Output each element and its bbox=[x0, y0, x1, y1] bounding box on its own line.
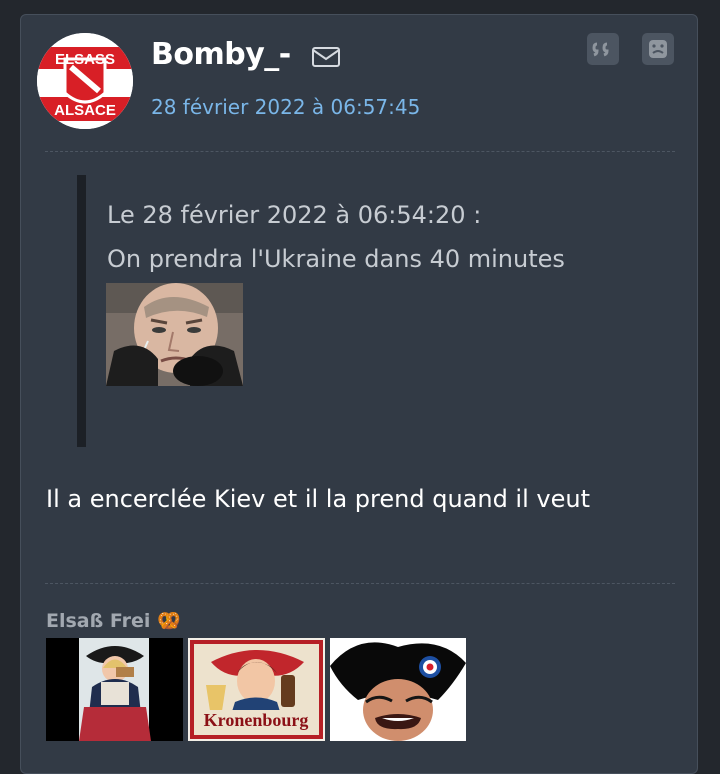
forum-post: ELSASS ALSACE Bomby_- 28 février 2022 à … bbox=[20, 14, 698, 774]
quote-text: On prendra l'Ukraine dans 40 minutes bbox=[107, 245, 565, 273]
frown-face-icon bbox=[649, 40, 667, 58]
report-button[interactable] bbox=[642, 33, 674, 65]
signature-image-laughing-man[interactable] bbox=[330, 638, 466, 741]
signature-image-alsatian-girl[interactable] bbox=[46, 638, 183, 741]
avatar-text-top: ELSASS bbox=[55, 51, 115, 68]
post-message: Il a encerclée Kiev et il la prend quand… bbox=[46, 485, 590, 513]
quote-button[interactable] bbox=[587, 33, 619, 65]
quote-image[interactable] bbox=[106, 283, 243, 386]
quote-header: Le 28 février 2022 à 06:54:20 : bbox=[107, 201, 482, 229]
avatar[interactable]: ELSASS ALSACE bbox=[37, 33, 133, 129]
alsatian-girl-picture bbox=[46, 638, 183, 741]
quote-border bbox=[77, 175, 86, 447]
signature-title: Elsaß Frei 🥨 bbox=[46, 610, 181, 632]
mail-icon[interactable] bbox=[311, 45, 341, 69]
laughing-man-picture bbox=[330, 638, 466, 741]
author-name[interactable]: Bomby_- bbox=[151, 37, 291, 72]
avatar-coat-of-arms: ELSASS ALSACE bbox=[37, 33, 133, 129]
avatar-text-bottom: ALSACE bbox=[54, 102, 116, 119]
crying-man-picture bbox=[106, 283, 243, 386]
header-divider bbox=[45, 151, 675, 152]
signature-divider bbox=[45, 583, 675, 584]
quote-icon bbox=[592, 42, 609, 57]
kronenbourg-poster: Kronenbourg bbox=[188, 638, 325, 741]
kronenbourg-logo-text: Kronenbourg bbox=[204, 710, 309, 730]
signature-image-kronenbourg[interactable]: Kronenbourg bbox=[188, 638, 325, 741]
post-date[interactable]: 28 février 2022 à 06:57:45 bbox=[151, 95, 420, 119]
